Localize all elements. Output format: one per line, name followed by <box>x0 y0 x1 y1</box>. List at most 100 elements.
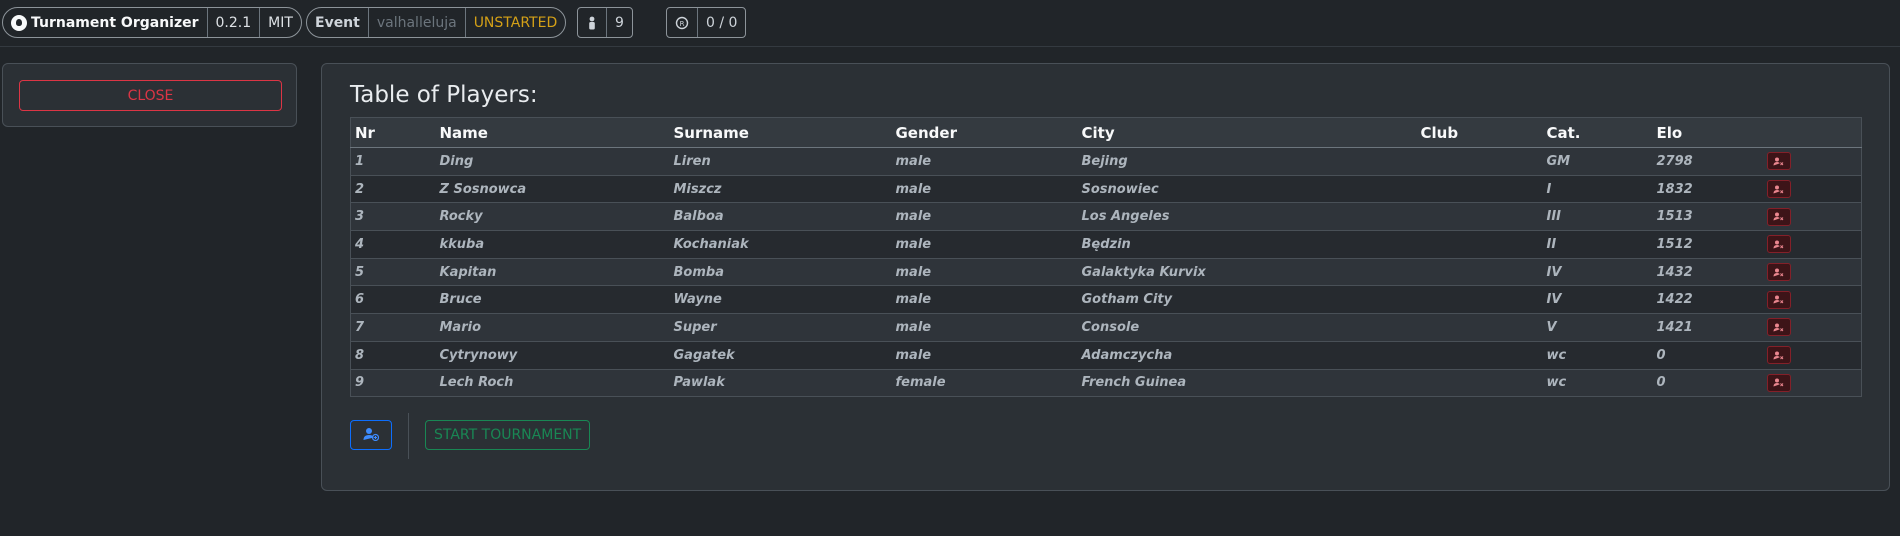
app-info-pill[interactable]: Turnament Organizer 0.2.1 MIT <box>2 7 302 38</box>
player-name: Mario <box>435 313 670 342</box>
page-title: Table of Players: <box>350 82 538 108</box>
table-row[interactable]: 6 Bruce Wayne male Gotham City IV 1422 <box>350 285 1862 315</box>
row-actions <box>1762 230 1862 259</box>
player-name: Bruce <box>435 285 670 315</box>
remove-player-button[interactable] <box>1766 207 1791 226</box>
player-surname: Liren <box>669 147 892 176</box>
column-header-elo[interactable]: Elo <box>1652 117 1763 148</box>
app-version: 0.2.1 <box>206 8 260 37</box>
remove-user-icon <box>1773 212 1784 221</box>
player-nr: 2 <box>350 175 436 204</box>
close-button[interactable]: CLOSE <box>19 80 282 111</box>
column-header-category[interactable]: Cat. <box>1542 117 1653 148</box>
table-row[interactable]: 2Z Sosnowca Miszcz male Sosnowiec I 1832 <box>350 175 1862 204</box>
players-card: Table of Players: Nr Name Surname Gender… <box>321 63 1890 491</box>
player-club <box>1416 313 1543 342</box>
rounds-value: 0 / 0 <box>697 8 745 37</box>
player-category: wc <box>1542 341 1653 370</box>
table-row[interactable]: 9 Lech Roch Pawlak female French Guinea wc 0 <box>350 369 1862 398</box>
table-row[interactable]: 8 Cytrynowy Gagatek male Adamczycha wc 0 <box>350 341 1862 370</box>
player-club <box>1416 341 1543 370</box>
add-player-button[interactable] <box>350 420 392 450</box>
player-category: V <box>1542 313 1653 342</box>
player-nr: 5 <box>350 258 436 287</box>
player-surname: Pawlak <box>669 369 892 398</box>
column-header-club[interactable]: Club <box>1416 117 1543 148</box>
player-elo: 1832 <box>1652 175 1763 204</box>
player-name: Ding <box>435 147 670 176</box>
player-surname: Miszcz <box>669 175 892 204</box>
player-club <box>1416 258 1543 287</box>
row-actions <box>1762 202 1862 232</box>
table-row[interactable]: 1 Ding Liren male Bejing GM 2798 <box>350 147 1862 176</box>
person-icon <box>578 8 606 37</box>
player-city: French Guinea <box>1077 369 1417 398</box>
svg-text:R: R <box>680 20 685 28</box>
top-bar: Turnament Organizer 0.2.1 MIT Event valh… <box>0 0 1900 47</box>
player-name: Lech Roch <box>435 369 670 398</box>
event-pill[interactable]: Event valhalleluja UNSTARTED <box>306 7 567 38</box>
player-gender: male <box>891 341 1078 370</box>
player-elo: 1421 <box>1652 313 1763 342</box>
remove-user-icon <box>1773 351 1784 360</box>
player-gender: male <box>891 258 1078 287</box>
remove-player-button[interactable] <box>1766 346 1791 365</box>
table-row[interactable]: 4 kkuba Kochaniak male Będzin II 1512 <box>350 230 1862 259</box>
column-header-surname[interactable]: Surname <box>669 117 892 148</box>
row-actions <box>1762 147 1862 176</box>
row-actions <box>1762 313 1862 342</box>
remove-player-button[interactable] <box>1766 152 1791 171</box>
player-name: Kapitan <box>435 258 670 287</box>
row-actions <box>1762 369 1862 398</box>
remove-user-icon <box>1773 268 1784 277</box>
player-club <box>1416 285 1543 315</box>
player-city: Bejing <box>1077 147 1417 176</box>
player-name: Cytrynowy <box>435 341 670 370</box>
remove-player-button[interactable] <box>1766 180 1791 199</box>
player-elo: 1432 <box>1652 258 1763 287</box>
player-elo: 0 <box>1652 341 1763 370</box>
table-row[interactable]: 7 Mario Super male Console V 1421 <box>350 313 1862 342</box>
column-header-gender[interactable]: Gender <box>891 117 1078 148</box>
table-row[interactable]: 5 Kapitan Bomba male Galaktyka Kurvix IV 1432 <box>350 258 1862 287</box>
remove-user-icon <box>1773 240 1784 249</box>
player-elo: 1512 <box>1652 230 1763 259</box>
player-category: I <box>1542 175 1653 204</box>
player-category: IV <box>1542 285 1653 315</box>
player-city: Sosnowiec <box>1077 175 1417 204</box>
remove-player-button[interactable] <box>1766 318 1791 337</box>
table-row[interactable]: 3 Rocky Balboa male Los Angeles III 1513 <box>350 202 1862 232</box>
column-header-city[interactable]: City <box>1077 117 1417 148</box>
app-brand[interactable]: Turnament Organizer <box>3 8 207 37</box>
remove-player-button[interactable] <box>1766 235 1791 254</box>
player-city: Console <box>1077 313 1417 342</box>
remove-player-button[interactable] <box>1766 263 1791 282</box>
column-header-actions <box>1762 117 1862 148</box>
player-club <box>1416 369 1543 398</box>
player-elo: 1513 <box>1652 202 1763 232</box>
rounds-box[interactable]: R 0 / 0 <box>666 7 747 38</box>
player-surname: Balboa <box>669 202 892 232</box>
player-surname: Gagatek <box>669 341 892 370</box>
column-header-name[interactable]: Name <box>435 117 670 148</box>
player-nr: 3 <box>350 202 436 232</box>
remove-player-button[interactable] <box>1766 373 1791 392</box>
column-header-nr[interactable]: Nr <box>350 117 436 148</box>
player-nr: 9 <box>350 369 436 398</box>
remove-player-button[interactable] <box>1766 290 1791 309</box>
remove-user-icon <box>1773 323 1784 332</box>
start-tournament-button[interactable]: START TOURNAMENT <box>425 420 591 450</box>
player-club <box>1416 202 1543 232</box>
player-elo: 1422 <box>1652 285 1763 315</box>
player-club <box>1416 175 1543 204</box>
player-gender: male <box>891 285 1078 315</box>
players-count-box[interactable]: 9 <box>577 7 633 38</box>
player-category: GM <box>1542 147 1653 176</box>
github-icon <box>11 14 27 31</box>
app-title: Turnament Organizer <box>31 14 199 31</box>
player-gender: male <box>891 147 1078 176</box>
player-category: wc <box>1542 369 1653 398</box>
event-name: valhalleluja <box>367 8 465 37</box>
event-status: UNSTARTED <box>464 8 566 37</box>
player-gender: male <box>891 175 1078 204</box>
